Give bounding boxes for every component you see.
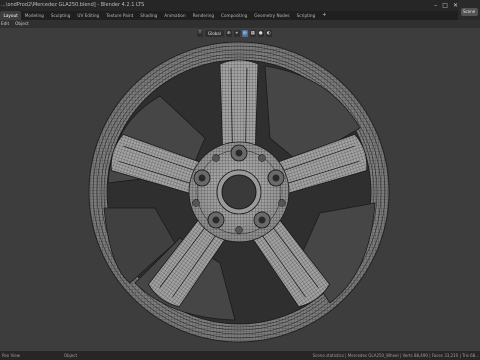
header-menu: Edit Object	[0, 20, 29, 28]
tab-sculpting[interactable]: Sculpting	[47, 11, 74, 20]
tab-animation[interactable]: Animation	[161, 11, 189, 20]
title-bar: ...\ondProd2\Mercedez GLA250.blend] - Bl…	[0, 0, 480, 11]
tab-layout[interactable]: Layout	[0, 11, 22, 20]
viewport-header: Edit Object	[0, 20, 480, 28]
scene-selector-area: Scene	[458, 0, 480, 20]
minimize-button[interactable]: –	[434, 2, 437, 9]
tab-uv-editing[interactable]: UV Editing	[74, 11, 103, 20]
wheel-model	[88, 41, 390, 343]
maximize-button[interactable]: □	[442, 2, 448, 9]
window-title: ...\ondProd2\Mercedez GLA250.blend] - Bl…	[1, 2, 145, 8]
tab-modeling[interactable]: Modeling	[21, 11, 47, 20]
scene-field[interactable]: Scene	[461, 8, 478, 16]
tab-texture-paint[interactable]: Texture Paint	[103, 11, 137, 20]
status-pan-view: Pan View	[2, 353, 20, 358]
workspace-tab-bar: Layout Modeling Sculpting UV Editing Tex…	[0, 11, 458, 20]
status-object: Object	[63, 353, 78, 358]
scene-statistics: Scene.statistics | Mercedes GLA250_Wheel…	[312, 353, 479, 358]
status-bar: Pan View Object Scene.statistics | Merce…	[0, 351, 480, 360]
tab-geometry-nodes[interactable]: Geometry Nodes	[251, 11, 293, 20]
menu-edit[interactable]: Edit	[1, 20, 9, 28]
tab-rendering[interactable]: Rendering	[189, 11, 217, 20]
tab-scripting[interactable]: Scripting	[293, 11, 319, 20]
tab-compositing[interactable]: Compositing	[218, 11, 251, 20]
add-workspace-button[interactable]: +	[319, 11, 330, 20]
menu-object[interactable]: Object	[15, 20, 29, 28]
3d-viewport[interactable]: ⤧ Global ⊕ ⌖ ◎ ▦ ● ◐	[0, 28, 480, 351]
status-left: Pan View Object	[2, 351, 77, 360]
tab-shading[interactable]: Shading	[137, 11, 161, 20]
window-controls: – □ ✕	[434, 2, 458, 9]
